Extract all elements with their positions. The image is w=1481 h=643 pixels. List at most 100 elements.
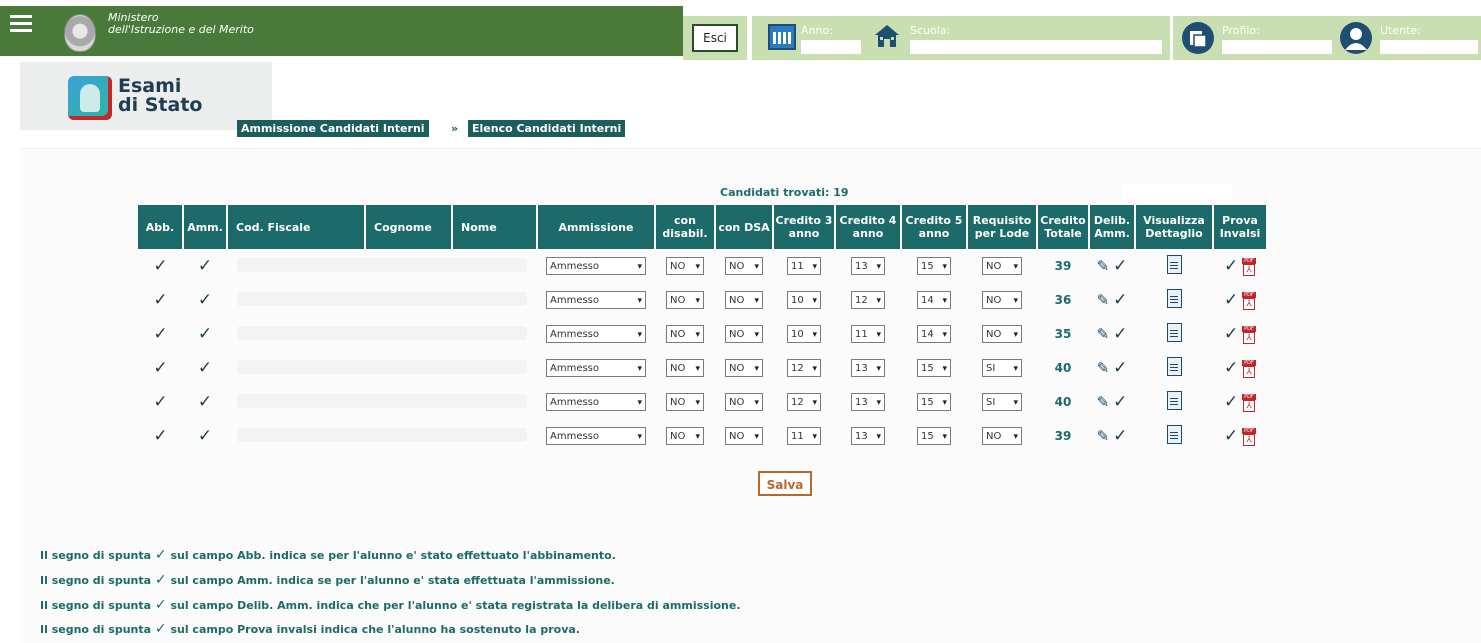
credito4-select[interactable]: 13 ▾ [851, 427, 885, 445]
pdf-icon[interactable]: PDF ⅄ [1242, 258, 1257, 277]
chevron-down-icon: ▾ [695, 364, 700, 374]
table-row: ✓ ✓ Ammesso ▾ NO ▾ NO ▾ 12 ▾ 13 ▾ 15 ▾ SI ▾ 40 ✎ ✓ ✓ PDF ⅄ [138, 351, 1267, 385]
credito3-select[interactable]: 11 ▾ [787, 427, 821, 445]
ammissione-select[interactable]: Ammesso ▾ [546, 325, 646, 343]
dsa-select[interactable]: NO ▾ [725, 427, 763, 445]
edit-icon[interactable]: ✎ [1097, 393, 1110, 411]
col-amm: Amm. [183, 205, 228, 249]
lode-select-value: NO [986, 295, 1002, 306]
credito4-select-value: 13 [855, 363, 868, 374]
credito3-select[interactable]: 10 ▾ [787, 291, 821, 309]
credito3-select[interactable]: 10 ▾ [787, 325, 821, 343]
pdf-icon[interactable]: PDF ⅄ [1242, 394, 1257, 413]
candidates-count: Candidati trovati: 19 [720, 186, 849, 199]
pdf-icon[interactable]: PDF ⅄ [1242, 428, 1257, 447]
cell-credito4: 13 ▾ [835, 419, 901, 453]
credito5-select[interactable]: 15 ▾ [917, 257, 951, 275]
check-icon: ✓ [197, 358, 213, 378]
dsa-select-value: NO [729, 329, 745, 340]
cell-amm: ✓ [183, 283, 227, 317]
credito5-select[interactable]: 14 ▾ [917, 291, 951, 309]
ammissione-select[interactable]: Ammesso ▾ [546, 393, 646, 411]
credito5-select[interactable]: 15 ▾ [917, 359, 951, 377]
chevron-down-icon: ▾ [876, 398, 881, 408]
credito5-select[interactable]: 15 ▾ [917, 427, 951, 445]
lode-select[interactable]: NO ▾ [982, 427, 1022, 445]
cell-invalsi: ✓ PDF ⅄ [1213, 283, 1267, 317]
disabil-select[interactable]: NO ▾ [666, 291, 704, 309]
credito3-select[interactable]: 11 ▾ [787, 257, 821, 275]
credito4-select[interactable]: 13 ▾ [851, 393, 885, 411]
disabil-select[interactable]: NO ▾ [666, 359, 704, 377]
cell-dettaglio [1135, 351, 1213, 385]
dsa-select[interactable]: NO ▾ [725, 325, 763, 343]
disabil-select[interactable]: NO ▾ [666, 325, 704, 343]
credito5-select[interactable]: 15 ▾ [917, 393, 951, 411]
table-row: ✓ ✓ Ammesso ▾ NO ▾ NO ▾ 12 ▾ 13 ▾ 15 ▾ SI ▾ 40 ✎ ✓ ✓ PDF ⅄ [138, 385, 1267, 419]
pdf-icon[interactable]: PDF ⅄ [1242, 360, 1257, 379]
document-icon[interactable] [1166, 255, 1182, 274]
cell-abb: ✓ [138, 351, 183, 385]
cell-disabil: NO ▾ [655, 249, 715, 283]
profilo-value [1222, 40, 1332, 54]
credito4-select[interactable]: 12 ▾ [851, 291, 885, 309]
credito4-select[interactable]: 13 ▾ [851, 359, 885, 377]
menu-icon[interactable] [10, 15, 32, 33]
document-icon[interactable] [1166, 391, 1182, 410]
cell-credito5: 15 ▾ [901, 419, 967, 453]
ammissione-select[interactable]: Ammesso ▾ [546, 257, 646, 275]
document-icon[interactable] [1166, 357, 1182, 376]
chevron-down-icon: ▾ [637, 330, 642, 340]
lode-select[interactable]: SI ▾ [982, 393, 1022, 411]
note-prefix: Il segno di spunta [40, 623, 152, 636]
credito3-select[interactable]: 12 ▾ [787, 393, 821, 411]
credito5-select[interactable]: 14 ▾ [917, 325, 951, 343]
redacted-name [237, 257, 527, 272]
credito4-select[interactable]: 13 ▾ [851, 257, 885, 275]
dsa-select[interactable]: NO ▾ [725, 393, 763, 411]
chevron-down-icon: ▾ [1013, 262, 1018, 272]
check-icon: ✓ [1223, 391, 1239, 412]
credito4-select[interactable]: 11 ▾ [851, 325, 885, 343]
lode-select[interactable]: NO ▾ [982, 325, 1022, 343]
dsa-select[interactable]: NO ▾ [725, 359, 763, 377]
ammissione-select[interactable]: Ammesso ▾ [546, 359, 646, 377]
chevron-down-icon: ▾ [942, 364, 947, 374]
credito3-select-value: 12 [791, 397, 804, 408]
lode-select[interactable]: NO ▾ [982, 291, 1022, 309]
pdf-icon[interactable]: PDF ⅄ [1242, 292, 1257, 311]
breadcrumb-elenco[interactable]: Elenco Candidati Interni [468, 120, 626, 137]
cell-delib: ✎ ✓ [1089, 351, 1135, 385]
check-icon: ✓ [1113, 392, 1128, 412]
pdf-icon[interactable]: PDF ⅄ [1242, 326, 1257, 345]
document-icon[interactable] [1166, 289, 1182, 308]
disabil-select[interactable]: NO ▾ [666, 257, 704, 275]
document-icon[interactable] [1166, 323, 1182, 342]
app-title-line2: di Stato [118, 94, 203, 116]
save-button[interactable]: Salva [758, 471, 812, 496]
dsa-select[interactable]: NO ▾ [725, 291, 763, 309]
chevron-down-icon: ▾ [1013, 398, 1018, 408]
credito3-select-value: 10 [791, 295, 804, 306]
ammissione-select[interactable]: Ammesso ▾ [546, 427, 646, 445]
breadcrumb-ammissione[interactable]: Ammissione Candidati Interni [237, 120, 429, 137]
edit-icon[interactable]: ✎ [1097, 359, 1110, 377]
disabil-select[interactable]: NO ▾ [666, 427, 704, 445]
edit-icon[interactable]: ✎ [1097, 257, 1110, 275]
edit-icon[interactable]: ✎ [1097, 291, 1110, 309]
check-icon: ✓ [1223, 255, 1239, 276]
lode-select[interactable]: SI ▾ [982, 359, 1022, 377]
ammissione-select[interactable]: Ammesso ▾ [546, 291, 646, 309]
dsa-select[interactable]: NO ▾ [725, 257, 763, 275]
disabil-select[interactable]: NO ▾ [666, 393, 704, 411]
edit-icon[interactable]: ✎ [1097, 427, 1110, 445]
exit-button[interactable]: Esci [692, 24, 738, 52]
edit-icon[interactable]: ✎ [1097, 325, 1110, 343]
lode-select[interactable]: NO ▾ [982, 257, 1022, 275]
document-icon[interactable] [1166, 425, 1182, 444]
credito3-select[interactable]: 12 ▾ [787, 359, 821, 377]
cell-lode: SI ▾ [967, 351, 1037, 385]
cell-dsa: NO ▾ [715, 385, 773, 419]
note-abb: Il segno di spunta ✓ sul campo Abb. indi… [40, 547, 616, 563]
col-delib: Delib. Amm. [1089, 205, 1136, 249]
